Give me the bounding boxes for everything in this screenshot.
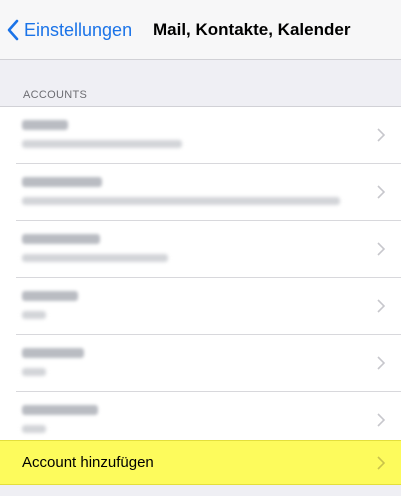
add-account-label: Account hinzufügen (22, 454, 154, 471)
chevron-right-icon (377, 128, 385, 142)
section-header-accounts: ACCOUNTS (23, 89, 88, 101)
chevron-right-icon (377, 185, 385, 199)
account-row[interactable] (0, 107, 401, 164)
account-title-redacted (22, 120, 68, 130)
account-row[interactable] (0, 278, 401, 335)
account-title-redacted (22, 177, 102, 187)
back-button[interactable]: Einstellungen (6, 16, 132, 44)
accounts-list (0, 106, 401, 449)
account-title-redacted (22, 405, 98, 415)
account-subtitle-redacted (22, 197, 340, 205)
account-subtitle-redacted (22, 311, 46, 319)
account-title-redacted (22, 348, 84, 358)
chevron-right-icon (377, 413, 385, 427)
account-subtitle-redacted (22, 368, 46, 376)
chevron-right-icon (377, 299, 385, 313)
account-row[interactable] (0, 221, 401, 278)
chevron-right-icon (377, 456, 385, 470)
account-title-redacted (22, 291, 78, 301)
chevron-left-icon (7, 19, 19, 41)
chevron-right-icon (377, 356, 385, 370)
chevron-right-icon (377, 242, 385, 256)
page-title: Mail, Kontakte, Kalender (153, 20, 351, 39)
account-title-redacted (22, 234, 100, 244)
account-subtitle-redacted (22, 140, 182, 148)
back-button-label: Einstellungen (24, 19, 133, 40)
add-account-button[interactable]: Account hinzufügen (0, 440, 401, 485)
account-subtitle-redacted (22, 425, 46, 433)
navigation-bar: Einstellungen Mail, Kontakte, Kalender (0, 0, 401, 60)
account-row[interactable] (0, 164, 401, 221)
account-subtitle-redacted (22, 254, 168, 262)
account-row[interactable] (0, 335, 401, 392)
